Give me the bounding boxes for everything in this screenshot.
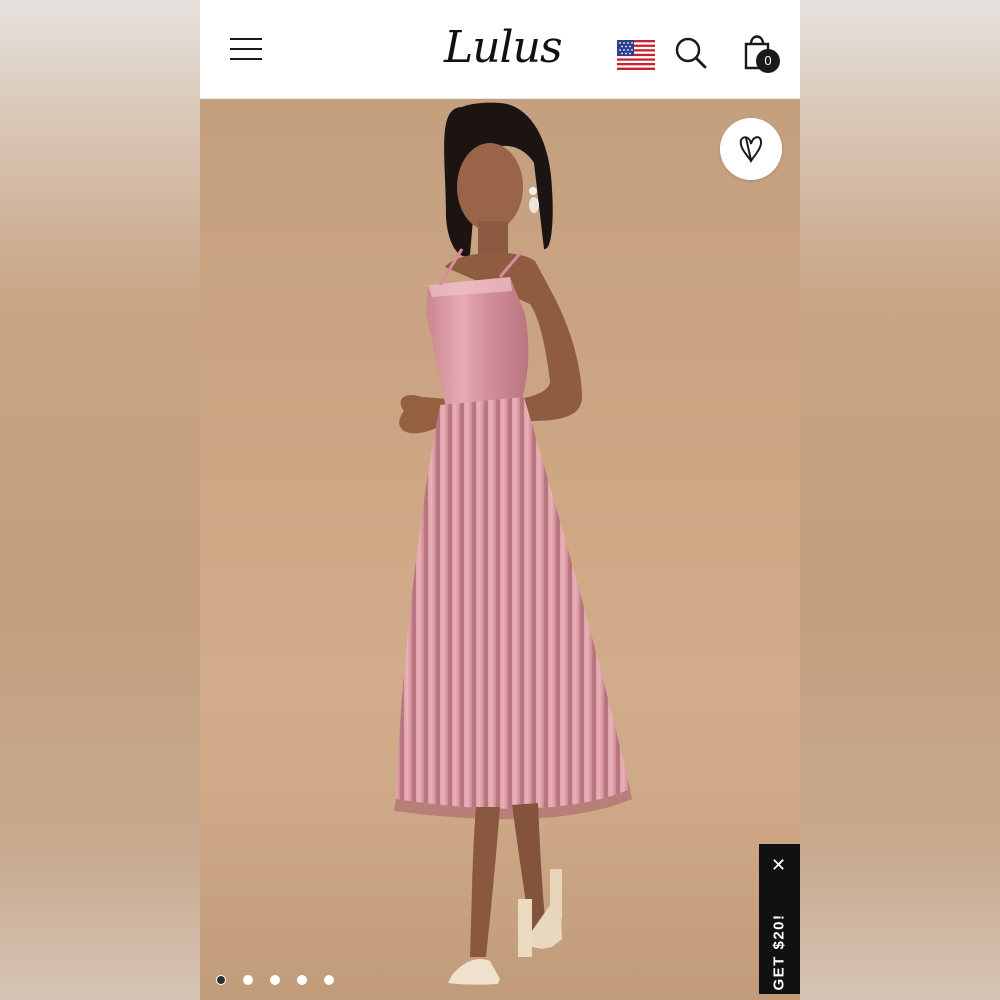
carousel-dot[interactable]: [243, 975, 253, 985]
site-header: Lulus: [200, 0, 800, 99]
menu-line: [230, 58, 262, 60]
mobile-screen: Lulus 0 ✕ GET $20!: [200, 0, 800, 1000]
blurred-backdrop-left: [0, 0, 200, 1000]
heart-icon[interactable]: [720, 118, 782, 180]
menu-line: [230, 38, 262, 40]
carousel-dots: [216, 975, 334, 987]
hamburger-menu-icon[interactable]: [230, 38, 262, 66]
promo-tab[interactable]: ✕ GET $20!: [759, 844, 800, 994]
us-flag-icon[interactable]: [617, 40, 655, 70]
carousel-dot[interactable]: [216, 975, 226, 985]
carousel-dot[interactable]: [297, 975, 307, 985]
carousel-dot[interactable]: [270, 975, 280, 985]
lulus-logo[interactable]: Lulus: [444, 20, 563, 76]
blurred-backdrop-right: [800, 0, 1000, 1000]
cart-count-badge: 0: [756, 49, 780, 73]
close-icon[interactable]: ✕: [771, 856, 786, 874]
promo-label: GET $20!: [770, 913, 788, 991]
carousel-dot[interactable]: [324, 975, 334, 985]
menu-line: [230, 48, 262, 50]
product-photo-model: [394, 102, 632, 985]
search-icon[interactable]: [674, 36, 708, 70]
